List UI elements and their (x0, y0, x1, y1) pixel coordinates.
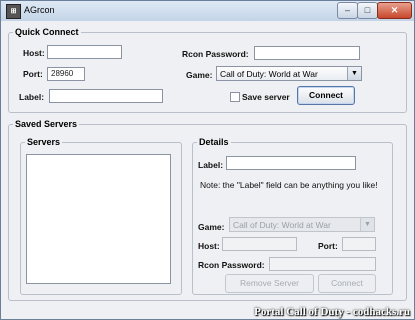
details-game-select[interactable]: Call of Duty: World at War ▼ (229, 217, 375, 232)
label-input[interactable] (49, 89, 163, 103)
details-host-label: Host: (198, 241, 220, 251)
label-note: Note: the "Label" field can be anything … (200, 180, 378, 190)
details-host-input[interactable] (222, 237, 297, 251)
window-title: AGrcon (24, 5, 55, 15)
rcon-password-input[interactable] (254, 46, 360, 60)
servers-legend: Servers (27, 137, 61, 147)
details-port-input[interactable] (342, 237, 376, 251)
remove-server-button[interactable]: Remove Server (225, 274, 314, 293)
details-label-input[interactable] (226, 156, 356, 170)
details-rcon-password-label: Rcon Password: (198, 260, 265, 270)
minimize-icon[interactable]: – (337, 2, 358, 19)
quick-connect-legend: Quick Connect (15, 27, 79, 37)
close-icon[interactable]: ✕ (377, 2, 412, 19)
title-bar[interactable]: ⊞ AGrcon – □ ✕ (1, 1, 414, 21)
game-label: Game: (186, 70, 213, 80)
details-port-label: Port: (318, 241, 338, 251)
host-input[interactable] (47, 45, 122, 59)
details-game-label: Game: (198, 222, 225, 232)
details-legend: Details (199, 137, 229, 147)
details-rcon-password-input[interactable] (269, 257, 376, 271)
game-select-value: Call of Duty: World at War (220, 69, 318, 79)
save-server-checkbox[interactable] (230, 92, 240, 102)
maximize-icon[interactable]: □ (357, 2, 378, 19)
saved-servers-legend: Saved Servers (15, 119, 78, 129)
chevron-down-icon[interactable]: ▼ (360, 218, 374, 231)
port-label: Port: (23, 69, 43, 79)
details-game-value: Call of Duty: World at War (233, 220, 331, 230)
main-content: Quick Connect Host: Port: Label: Rcon Pa… (6, 21, 409, 315)
rcon-password-label: Rcon Password: (182, 49, 249, 59)
connect-button[interactable]: Connect (297, 86, 355, 105)
app-icon: ⊞ (6, 4, 21, 19)
details-label-label: Label: (198, 160, 224, 170)
app-window: ⊞ AGrcon – □ ✕ Quick Connect Host: Port:… (0, 0, 415, 320)
details-connect-button[interactable]: Connect (318, 274, 376, 293)
servers-list[interactable] (26, 154, 171, 284)
watermark-text: Portal Call of Duty - codhacks.ru (254, 306, 410, 318)
save-server-label: Save server (242, 92, 290, 102)
game-select[interactable]: Call of Duty: World at War ▼ (216, 66, 362, 81)
label-label: Label: (19, 92, 45, 102)
host-label: Host: (23, 48, 45, 58)
chevron-down-icon[interactable]: ▼ (347, 67, 361, 80)
port-input[interactable] (47, 67, 85, 81)
